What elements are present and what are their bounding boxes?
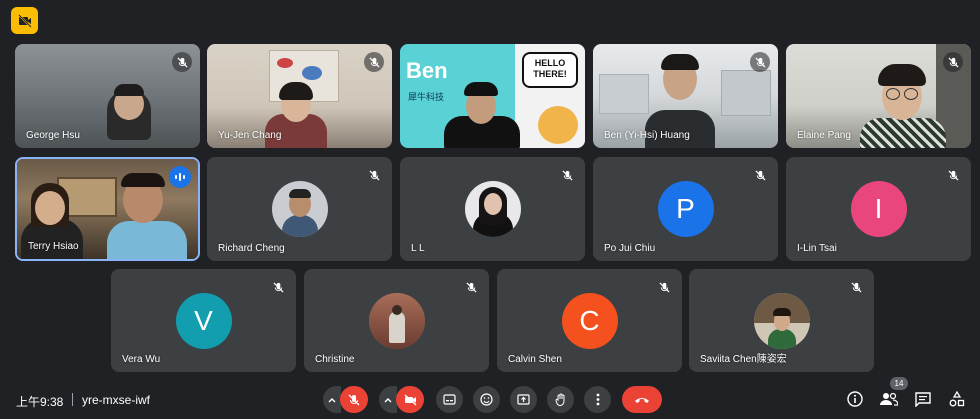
present-icon [517,394,530,405]
participant-tile-terry-hsiao[interactable]: Terry Hsiao [15,157,200,261]
meeting-time: 上午9:38 [16,395,64,409]
company-text: 犀牛科技 [408,93,445,103]
avatar-initial: C [579,304,600,336]
muted-icon [172,52,192,72]
participant-tile-yu-jen-chang[interactable]: Yu-Jen Chang [207,44,392,148]
participant-name: Po Jui Chiu [604,243,656,254]
hello-bubble-text: HELLO THERE! [533,58,567,79]
muted-icon [364,165,384,185]
avatar: V [175,292,232,349]
leave-call-button[interactable] [622,386,662,413]
people-button[interactable] [878,388,900,410]
activities-icon [949,391,965,407]
muted-icon [943,165,963,185]
avatar [271,181,328,237]
info-icon [847,391,863,407]
mic-off-icon [348,394,360,405]
raise-hand-button[interactable] [547,386,574,413]
video-off-icon [404,394,416,405]
camera-toggle-button[interactable] [396,386,424,413]
captions-icon [443,394,456,405]
participant-name: Vera Wu [122,354,161,365]
emoji-icon [480,393,493,406]
muted-icon [364,52,384,72]
participant-name: L L [411,243,425,254]
avatar-initial: I [874,193,883,224]
participant-tile-richard-cheng[interactable]: Richard Cheng [207,157,392,261]
meeting-details-button[interactable] [844,388,866,410]
participant-name: George Hsu [26,130,80,141]
participant-tile-elaine-pang[interactable]: Elaine Pang [786,44,971,148]
muted-icon [461,277,481,297]
participant-tile-l-l[interactable]: L L [400,157,585,261]
participant-tile-vera-wu[interactable]: V Vera Wu [111,269,296,372]
avatar [368,292,425,349]
recording-indicator[interactable] [11,7,38,34]
participant-name: Terry Hsiao [28,241,79,252]
muted-icon [846,277,866,297]
participant-tile-george-hsu[interactable]: George Hsu [15,44,200,148]
avatar: C [561,292,618,349]
audio-options-button[interactable] [323,386,341,413]
muted-icon [268,277,288,297]
logo-text: Ben [406,58,448,83]
participant-tile-presenter[interactable]: Ben 犀牛科技 HELLO THERE! [400,44,585,148]
participant-name: Elaine Pang [797,130,851,141]
avatar-initial: V [194,304,213,336]
participant-name: I-Lin Tsai [797,243,837,254]
muted-icon [654,277,674,297]
avatar-initial: P [676,193,695,224]
speaking-indicator-icon [169,166,191,188]
control-bar: 上午9:38 yre-mxse-iwf [0,379,980,419]
present-screen-button[interactable] [510,386,537,413]
muted-icon [750,165,770,185]
more-vert-icon [596,393,599,406]
participant-tile-ben-huang[interactable]: Ben (Yi-Hsi) Huang [593,44,778,148]
activities-button[interactable] [946,388,968,410]
participant-name: Ben (Yi-Hsi) Huang [604,130,690,141]
participant-tile-po-jui-chiu[interactable]: P Po Jui Chiu [593,157,778,261]
muted-icon [943,52,963,72]
microphone-toggle-button[interactable] [340,386,368,413]
more-options-button[interactable] [584,386,611,413]
participant-name: Saviita Chen陳姿宏 [700,354,787,365]
end-call-icon [635,397,649,403]
participant-tile-saviita-chen[interactable]: Saviita Chen陳姿宏 [689,269,874,372]
avatar [753,292,810,349]
hand-icon [555,393,564,406]
people-icon [880,392,898,406]
muted-icon [750,52,770,72]
participant-name: Calvin Shen [508,354,562,365]
participant-tile-i-lin-tsai[interactable]: I I-Lin Tsai [786,157,971,261]
chat-icon [915,391,931,407]
participant-count-badge: 14 [890,377,908,390]
avatar [464,181,521,237]
divider [72,393,73,406]
reactions-button[interactable] [473,386,500,413]
video-options-button[interactable] [379,386,397,413]
chevron-up-icon [384,397,392,402]
chat-button[interactable] [912,388,934,410]
avatar: P [657,181,714,237]
participant-name: Richard Cheng [218,243,285,254]
no-video-icon [17,13,32,28]
captions-button[interactable] [436,386,463,413]
muted-icon [557,165,577,185]
avatar: I [850,181,907,237]
chevron-up-icon [328,397,336,402]
participant-tile-calvin-shen[interactable]: C Calvin Shen [497,269,682,372]
participant-tile-christine[interactable]: Christine [304,269,489,372]
participant-name: Yu-Jen Chang [218,130,282,141]
meeting-code: yre-mxse-iwf [82,393,150,407]
participant-name: Christine [315,354,355,365]
